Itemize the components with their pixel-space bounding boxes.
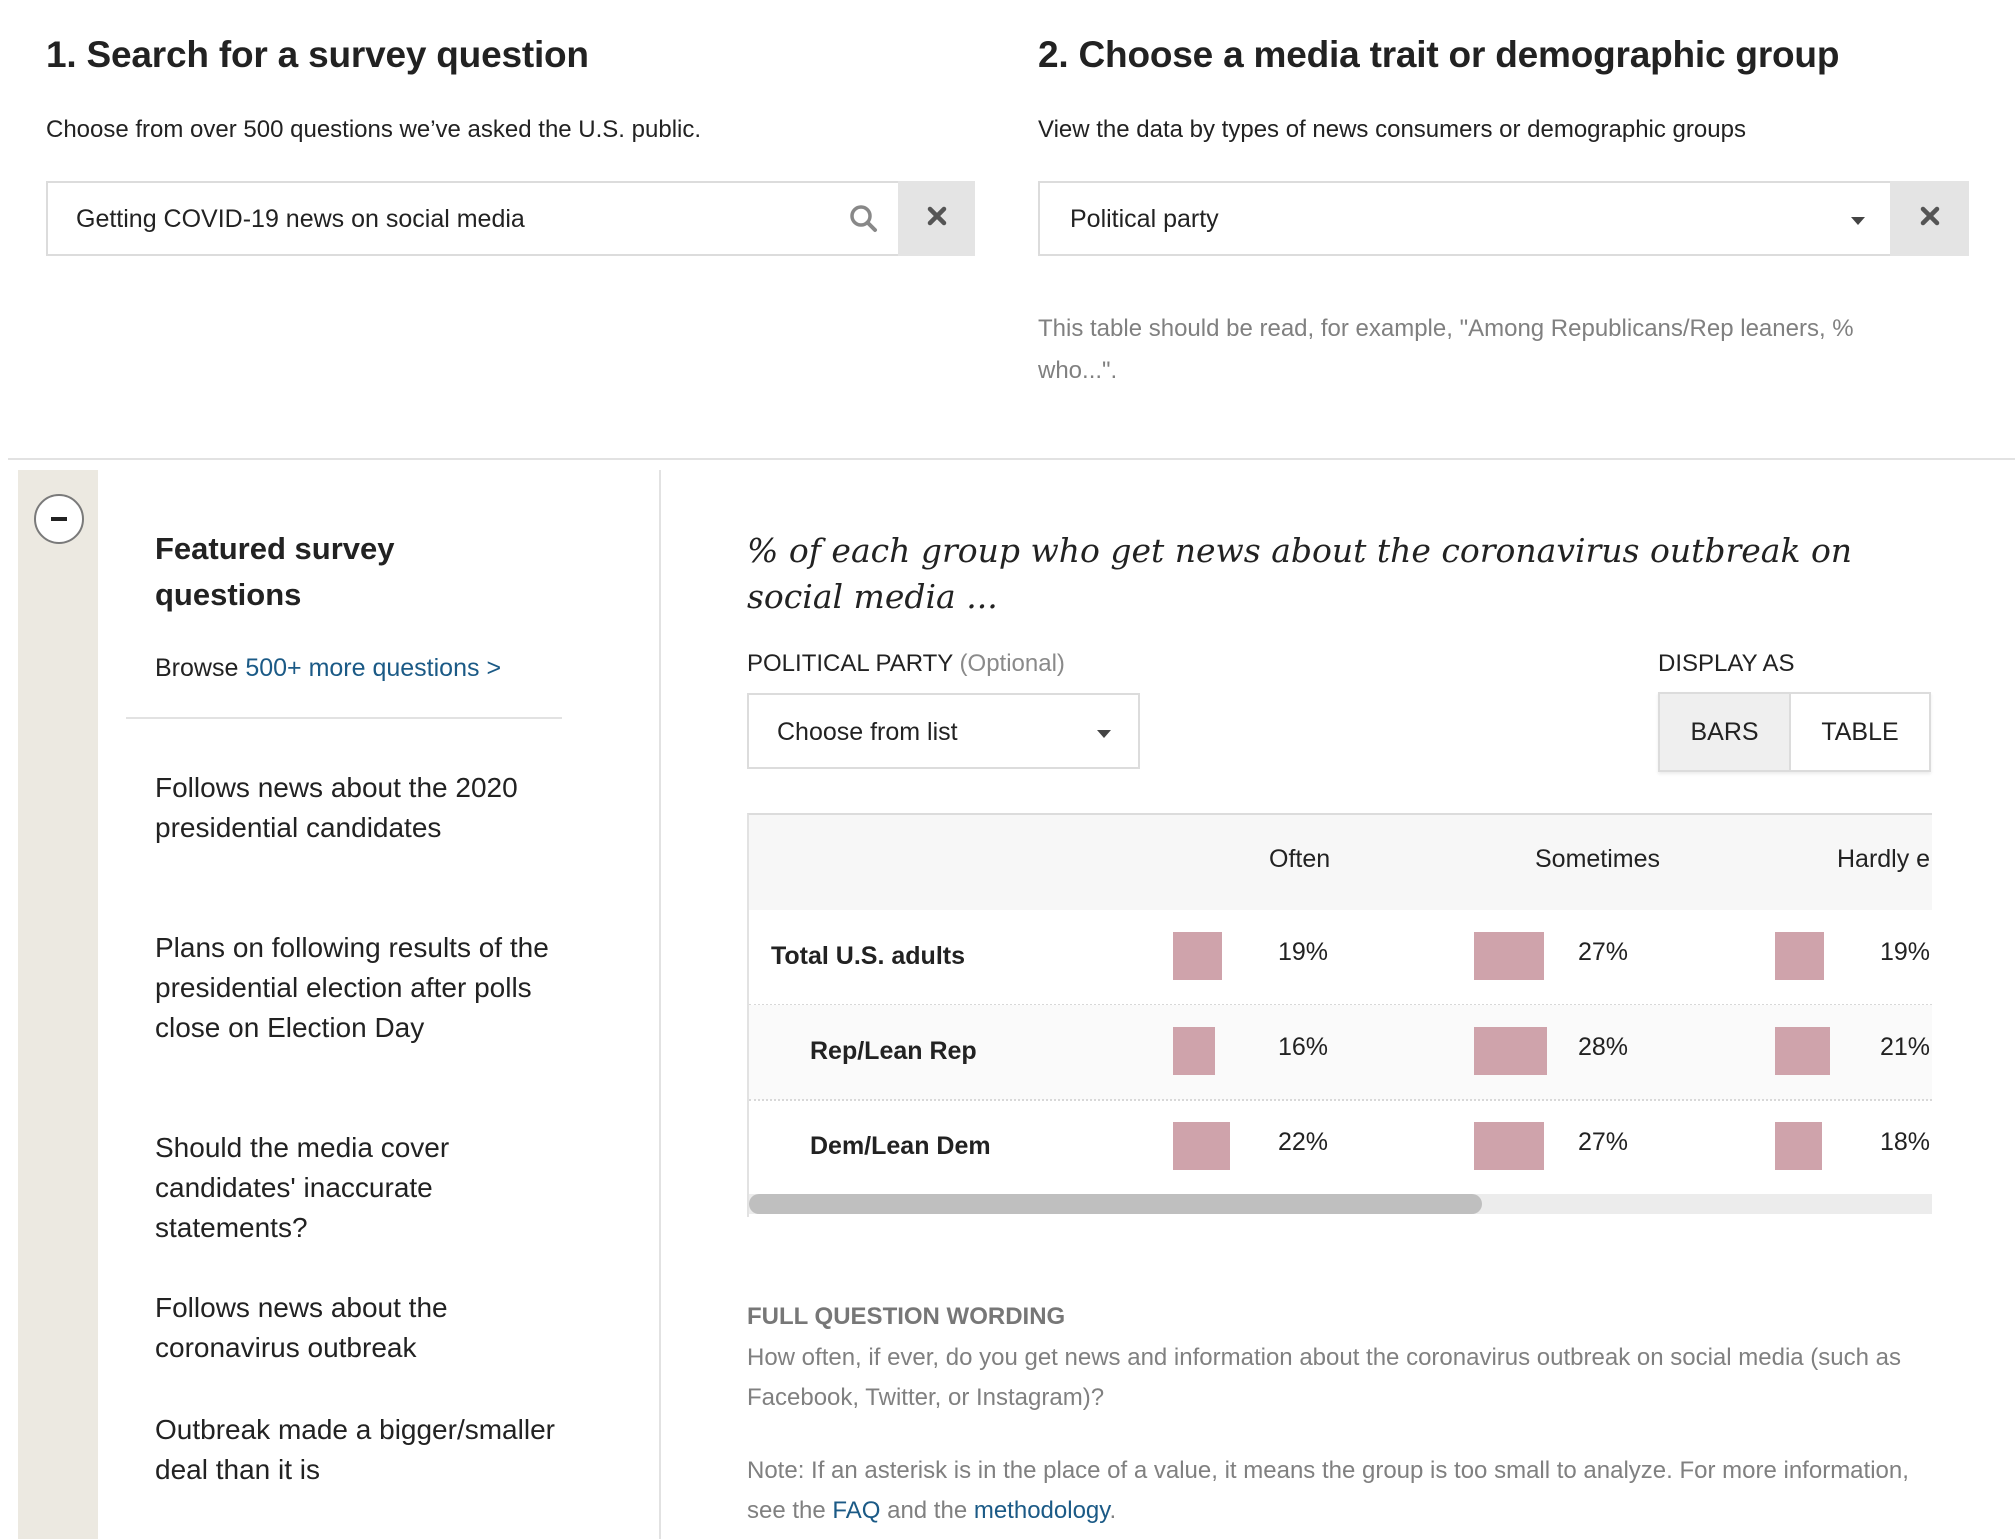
chart-title: % of each group who get news about the c… <box>747 531 1853 616</box>
row-label: Rep/Lean Rep <box>810 1037 977 1065</box>
table-row: Dem/Lean Dem 22% 27% 18% <box>749 1100 1932 1195</box>
value-label: 21% <box>1880 1033 1931 1061</box>
question-search-input[interactable]: Getting COVID-19 news on social media <box>46 181 900 256</box>
group-select-value: Political party <box>1070 205 1219 233</box>
row-label: Total U.S. adults <box>771 942 965 970</box>
methodology-note: Note: If an asterisk is in the place of … <box>747 1451 1947 1531</box>
featured-question-item[interactable]: Follows news about the 2020 presidential… <box>155 768 555 848</box>
table-row: Rep/Lean Rep 16% 28% 21% <box>749 1005 1932 1100</box>
group-select[interactable]: Political party <box>1038 181 1892 256</box>
table-row: Total U.S. adults 19% 27% 19% <box>749 910 1932 1005</box>
horizontal-scrollbar-thumb[interactable] <box>749 1194 1482 1214</box>
minus-icon <box>51 517 67 521</box>
display-table-button[interactable]: TABLE <box>1791 694 1929 770</box>
full-question-wording-title: FULL QUESTION WORDING <box>747 1303 1066 1330</box>
faq-link[interactable]: FAQ <box>832 1497 880 1524</box>
featured-question-item[interactable]: Outbreak made a bigger/smaller deal than… <box>155 1410 555 1490</box>
column-header: Hardly e <box>1837 845 1931 873</box>
political-party-filter-label: POLITICAL PARTY (Optional) <box>747 650 1065 678</box>
step1-title: 1. Search for a survey question <box>46 34 589 75</box>
search-input-value: Getting COVID-19 news on social media <box>76 205 525 233</box>
display-toggle: BARS TABLE <box>1658 692 1931 772</box>
display-bars-button[interactable]: BARS <box>1660 694 1792 770</box>
search-icon[interactable] <box>848 203 880 235</box>
close-icon <box>927 206 947 231</box>
note-mid: and the <box>880 1497 974 1524</box>
row-label: Dem/Lean Dem <box>810 1132 991 1160</box>
political-party-select-value: Choose from list <box>777 718 958 746</box>
step2-subtitle: View the data by types of news consumers… <box>1038 116 1746 143</box>
reading-hint-line2: who...". <box>1038 357 1118 384</box>
value-label: 22% <box>1278 1128 1329 1156</box>
filter-optional-text: (Optional) <box>959 650 1065 677</box>
methodology-link[interactable]: methodology <box>974 1497 1110 1524</box>
value-label: 19% <box>1880 938 1931 966</box>
clear-search-button[interactable] <box>898 181 975 256</box>
browse-more-questions-link[interactable]: 500+ more questions > <box>245 654 501 682</box>
value-bar <box>1775 1027 1830 1075</box>
value-label: 27% <box>1578 1128 1629 1156</box>
value-label: 18% <box>1880 1128 1931 1156</box>
political-party-select[interactable]: Choose from list <box>747 693 1140 769</box>
display-as-label: DISPLAY AS <box>1658 650 1795 677</box>
results-table: Often Sometimes Hardly e Total U.S. adul… <box>747 813 1932 1217</box>
section-divider <box>8 458 2015 460</box>
value-label: 16% <box>1278 1033 1329 1061</box>
step1-subtitle: Choose from over 500 questions we’ve ask… <box>46 116 702 143</box>
value-label: 19% <box>1278 938 1329 966</box>
browse-line: Browse 500+ more questions > <box>155 654 501 683</box>
full-question-wording-text: How often, if ever, do you get news and … <box>747 1344 1901 1411</box>
note-suffix: . <box>1109 1497 1117 1524</box>
featured-question-item[interactable]: Should the media cover candidates' inacc… <box>155 1128 555 1248</box>
value-bar <box>1173 932 1222 980</box>
table-header-row: Often Sometimes Hardly e <box>749 815 1932 910</box>
collapse-sidebar-button[interactable] <box>34 494 84 544</box>
browse-prefix: Browse <box>155 654 246 682</box>
value-bar <box>1173 1122 1230 1170</box>
value-label: 28% <box>1578 1033 1629 1061</box>
sidebar-divider <box>659 470 661 1539</box>
clear-group-button[interactable] <box>1890 181 1969 256</box>
reading-hint: This table should be read, for example, … <box>1038 308 1854 392</box>
value-bar <box>1474 1027 1547 1075</box>
value-bar <box>1474 932 1544 980</box>
value-label: 27% <box>1578 938 1629 966</box>
featured-question-item[interactable]: Follows news about the coronavirus outbr… <box>155 1288 555 1368</box>
column-header: Sometimes <box>1535 845 1661 873</box>
value-bar <box>1173 1027 1215 1075</box>
close-icon <box>1920 206 1940 231</box>
featured-questions-title: Featured survey questions <box>155 531 395 612</box>
column-header: Often <box>1269 845 1331 873</box>
featured-question-item[interactable]: Plans on following results of the presid… <box>155 928 555 1048</box>
chevron-down-icon <box>1851 217 1865 225</box>
value-bar <box>1474 1122 1544 1170</box>
sidebar-strip <box>18 470 98 1539</box>
step2-title: 2. Choose a media trait or demographic g… <box>1038 34 1840 75</box>
chevron-down-icon <box>1097 730 1111 738</box>
featured-separator <box>126 717 562 719</box>
value-bar <box>1775 1122 1822 1170</box>
value-bar <box>1775 932 1824 980</box>
reading-hint-line1: This table should be read, for example, … <box>1038 315 1854 342</box>
filter-label-text: POLITICAL PARTY <box>747 650 953 677</box>
